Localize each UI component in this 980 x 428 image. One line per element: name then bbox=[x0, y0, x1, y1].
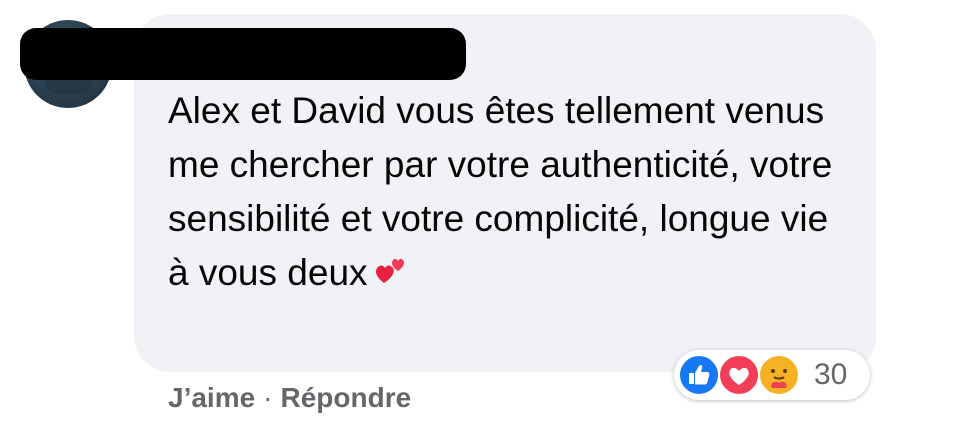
comment-container: Alex et David vous êtes tellement venus … bbox=[0, 0, 980, 428]
reply-button[interactable]: Répondre bbox=[281, 382, 412, 413]
love-icon bbox=[718, 354, 760, 396]
action-separator: · bbox=[263, 382, 273, 413]
reaction-count: 30 bbox=[814, 358, 848, 391]
author-name-redacted bbox=[20, 28, 466, 80]
like-button[interactable]: J’aime bbox=[168, 382, 255, 413]
comment-text: Alex et David vous êtes tellement venus … bbox=[168, 84, 858, 300]
two-hearts-icon bbox=[374, 250, 410, 286]
like-icon bbox=[678, 354, 720, 396]
care-icon bbox=[758, 354, 800, 396]
comment-actions: J’aime · Répondre bbox=[168, 378, 411, 418]
comment-body: Alex et David vous êtes tellement venus … bbox=[168, 90, 833, 293]
reactions-summary[interactable]: 30 bbox=[674, 350, 870, 400]
